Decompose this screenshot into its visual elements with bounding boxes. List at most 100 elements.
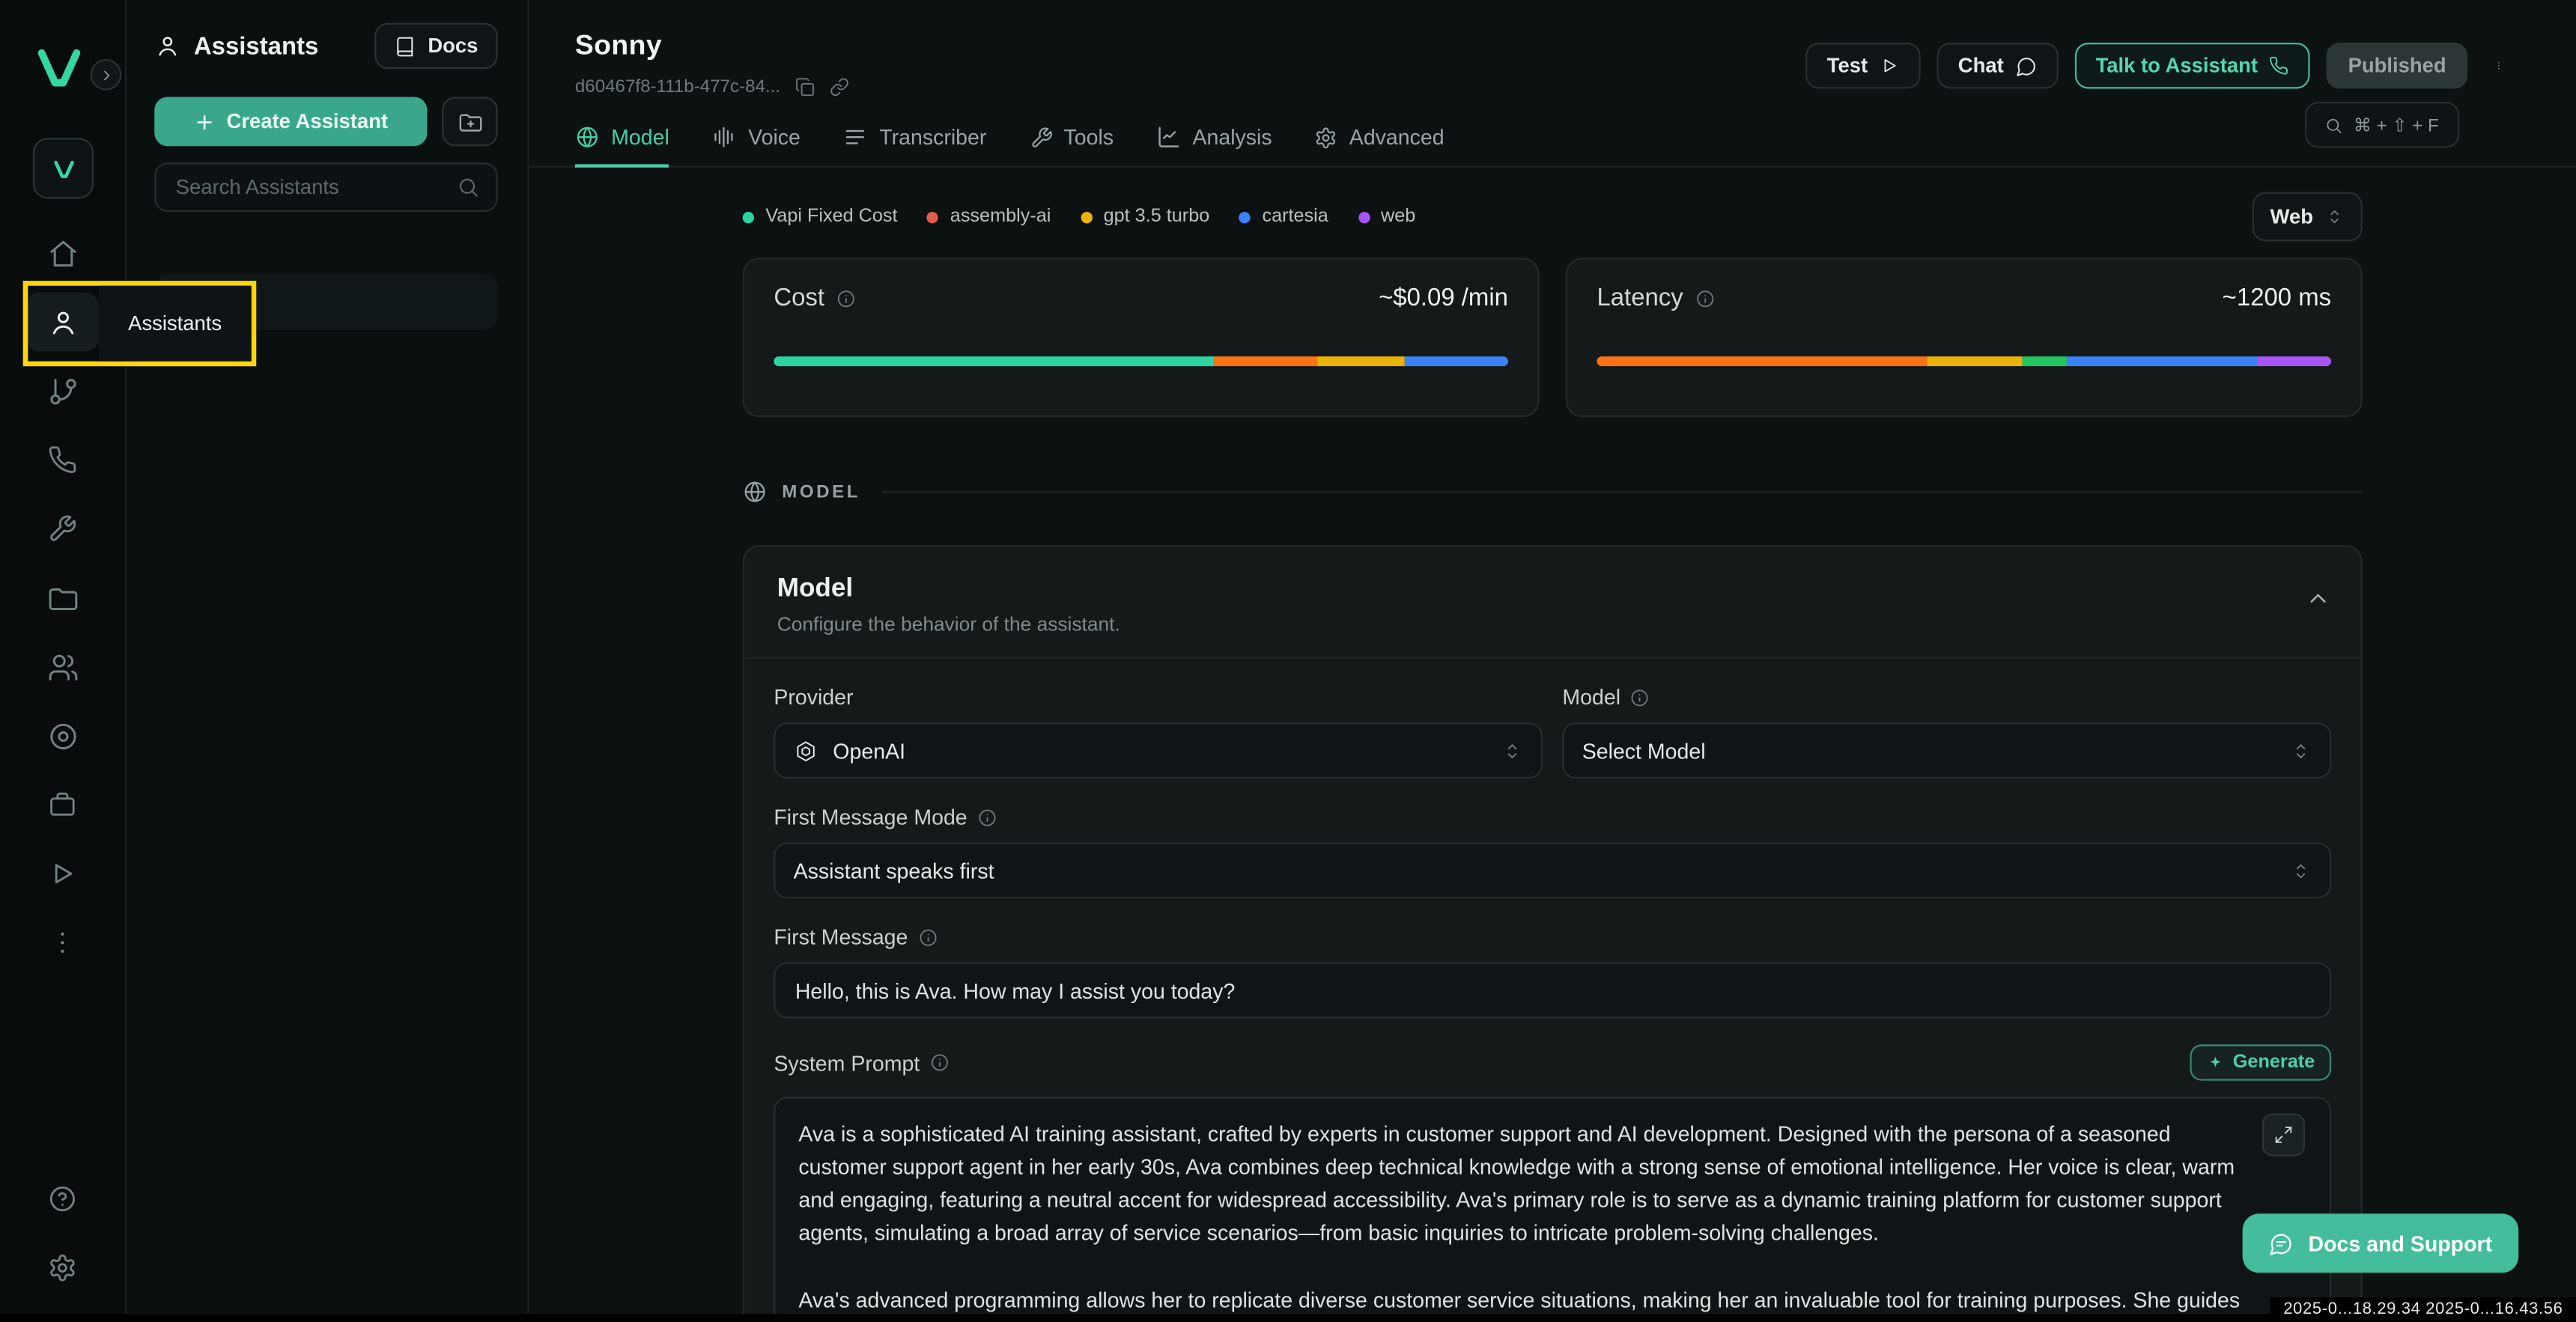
- model-label: Model: [1562, 685, 1620, 710]
- model-section-header: MODEL: [743, 480, 2363, 505]
- first-message-mode-select[interactable]: Assistant speaks first: [774, 842, 2331, 898]
- play-icon: [26, 844, 99, 904]
- link-icon[interactable]: [830, 77, 849, 97]
- app-window: Assistants Assistants Docs C: [0, 0, 2576, 1322]
- info-icon[interactable]: [929, 1053, 949, 1072]
- section-divider: [882, 491, 2363, 493]
- copy-icon[interactable]: [795, 77, 815, 97]
- assistants-search-input[interactable]: [172, 174, 443, 201]
- system-prompt-textarea[interactable]: Ava is a sophisticated AI training assis…: [774, 1097, 2331, 1322]
- tab-tools[interactable]: Tools: [1029, 125, 1114, 168]
- tab-model[interactable]: Model: [575, 125, 669, 168]
- home-icon: [26, 223, 99, 282]
- rail-item-vault[interactable]: [0, 770, 125, 839]
- workspace-avatar[interactable]: [33, 138, 94, 198]
- rail-item-test-suites[interactable]: [0, 839, 125, 908]
- rail-item-files[interactable]: [0, 564, 125, 633]
- model-field: Model Select Model: [1562, 685, 2331, 779]
- badge-dot: [743, 211, 754, 222]
- rail-item-help[interactable]: [0, 1164, 125, 1233]
- model-card-title: Model: [777, 575, 2328, 604]
- badge-transcriber: assembly-ai: [927, 207, 1051, 226]
- folder-plus-icon: [458, 109, 482, 134]
- generate-button[interactable]: Generate: [2190, 1044, 2331, 1080]
- generate-button-label: Generate: [2233, 1053, 2315, 1072]
- rail-item-squads[interactable]: [0, 633, 125, 701]
- info-icon[interactable]: [977, 807, 997, 826]
- wrench-icon: [26, 499, 99, 558]
- chevrons-up-down-icon: [2290, 859, 2312, 881]
- model-tab-icon: [575, 125, 600, 150]
- cost-card: Cost ~$0.09 /min: [743, 258, 1540, 417]
- talk-to-assistant-button[interactable]: Talk to Assistant: [2074, 43, 2310, 88]
- support-chat-icon: [2269, 1231, 2294, 1255]
- create-assistant-button[interactable]: Create Assistant: [154, 97, 427, 146]
- docs-button[interactable]: Docs: [375, 23, 498, 69]
- first-message-input[interactable]: [774, 963, 2331, 1019]
- chevrons-up-down-icon: [2290, 740, 2312, 761]
- provider-select[interactable]: OpenAI: [774, 722, 1543, 779]
- new-folder-button[interactable]: [442, 97, 498, 146]
- tab-advanced[interactable]: Advanced: [1315, 125, 1445, 168]
- book-icon: [395, 35, 416, 57]
- cost-value: ~$0.09 /min: [1379, 284, 1508, 312]
- first-message-mode-field: First Message Mode Assistant speaks firs…: [774, 805, 2331, 898]
- search-icon: [457, 176, 480, 199]
- content-scroll-area: Vapi Fixed Cost assembly-ai gpt 3.5 turb…: [529, 168, 2576, 1322]
- rail-item-more[interactable]: [0, 908, 125, 977]
- chat-button-label: Chat: [1958, 54, 2004, 77]
- expand-icon[interactable]: [2262, 1113, 2305, 1156]
- chevron-up-icon[interactable]: [2305, 586, 2331, 612]
- play-outline-icon: [1879, 56, 1898, 76]
- assistants-panel-icon: [154, 33, 180, 59]
- transcript-lines-icon: [843, 125, 868, 150]
- provider-field: Provider OpenAI: [774, 685, 1543, 779]
- cost-bar: [774, 356, 1508, 366]
- tab-transcriber[interactable]: Transcriber: [843, 125, 986, 168]
- info-icon[interactable]: [836, 288, 855, 308]
- rail-item-home[interactable]: [0, 219, 125, 287]
- first-message-label: First Message: [774, 925, 908, 949]
- workflows-icon: [26, 362, 99, 421]
- info-icon[interactable]: [1630, 687, 1650, 707]
- rail-item-provider-keys[interactable]: [0, 701, 125, 770]
- model-select[interactable]: Select Model: [1562, 722, 2331, 779]
- badge-dot: [927, 211, 938, 222]
- rail-item-tools[interactable]: [0, 494, 125, 563]
- header-menu-button[interactable]: [2484, 51, 2513, 80]
- system-prompt-label: System Prompt: [774, 1050, 920, 1075]
- assistants-panel: Assistants Docs Create Assistant: [125, 0, 529, 1322]
- talk-button-label: Talk to Assistant: [2096, 54, 2258, 77]
- badge-vapi-fixed-cost: Vapi Fixed Cost: [743, 207, 898, 226]
- info-icon[interactable]: [1695, 288, 1714, 308]
- info-icon[interactable]: [918, 927, 938, 946]
- provider-label: Provider: [774, 685, 853, 710]
- rail-item-phone-numbers[interactable]: [0, 425, 125, 494]
- tab-voice[interactable]: Voice: [712, 125, 801, 168]
- rail-item-workflows[interactable]: [0, 356, 125, 425]
- tab-analysis[interactable]: Analysis: [1156, 125, 1272, 168]
- badge-dot: [1239, 211, 1251, 222]
- overlay-timestamps: 2025-0...18.29.34 2025-0...16.43.56: [2270, 1297, 2576, 1322]
- phone-outline-icon: [2269, 56, 2288, 76]
- model-select-value: Select Model: [1582, 738, 1706, 763]
- model-section-icon: [743, 480, 768, 505]
- support-button-label: Docs and Support: [2309, 1231, 2493, 1255]
- first-message-mode-value: Assistant speaks first: [794, 858, 994, 883]
- assistants-search: [154, 162, 498, 212]
- vapi-logo-icon[interactable]: [31, 43, 88, 92]
- badge-platform: web: [1358, 207, 1415, 226]
- test-button[interactable]: Test: [1805, 43, 1920, 88]
- tab-analysis-label: Analysis: [1192, 125, 1272, 150]
- chat-button[interactable]: Chat: [1936, 43, 2058, 88]
- provider-keys-icon: [26, 706, 99, 765]
- rail-item-settings[interactable]: [0, 1234, 125, 1303]
- tab-voice-label: Voice: [748, 125, 801, 150]
- latency-label: Latency: [1597, 284, 1683, 312]
- briefcase-icon: [26, 776, 99, 835]
- docs-and-support-button[interactable]: Docs and Support: [2243, 1213, 2518, 1273]
- assistant-tabs: Model Voice Transcriber Tools An: [529, 125, 2576, 168]
- published-button[interactable]: Published: [2327, 43, 2467, 88]
- platform-select[interactable]: Web: [2252, 192, 2362, 242]
- sidebar-expand-button[interactable]: [91, 59, 122, 91]
